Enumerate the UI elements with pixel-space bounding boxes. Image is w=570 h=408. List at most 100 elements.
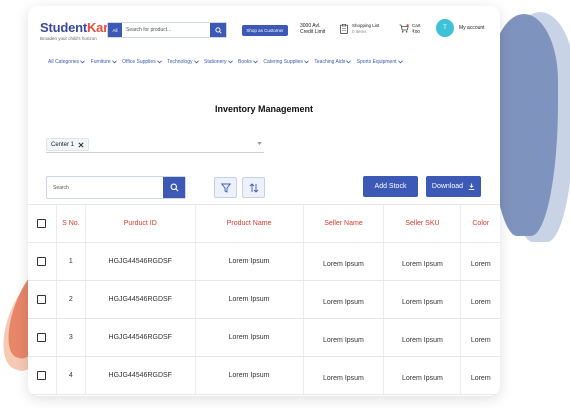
selected-center-label: Center 1 [51,141,75,148]
table-row[interactable]: 1 HGJG44546RGDSF Lorem Ipsum Lorem Ipsum… [28,243,500,281]
nav-item-all-categories[interactable]: All Categories [48,59,86,65]
cell-product-id: HGJG44546RGDSF [86,243,196,280]
row-checkbox[interactable] [37,257,47,266]
cart-link[interactable]: Cart ₹00 [399,23,421,34]
nav-item-office-supplies[interactable]: Office Supplies [122,59,162,65]
nav-item-furniture[interactable]: Furniture [91,59,117,65]
cart-amount: ₹00 [412,28,420,34]
cell-sno: 3 [57,319,86,356]
cell-product-id: HGJG44546RGDSF [86,319,196,356]
row-checkbox-cell [28,281,57,318]
table-row[interactable]: 2 HGJG44546RGDSF Lorem Ipsum Lorem Ipsum… [28,281,500,319]
cell-seller-name: Lorem Ipsum [304,319,385,356]
my-account-link[interactable]: My account [459,25,485,31]
caret-down-icon[interactable] [257,142,262,145]
cart-icon [399,24,409,33]
header-checkbox-cell [28,205,57,242]
download-button[interactable]: Download [426,176,481,197]
cell-product-id: HGJG44546RGDSF [86,357,196,394]
column-header-sno[interactable]: S No. [57,205,86,242]
add-stock-button[interactable]: Add Stock [363,176,418,197]
nav-label: All Categories [48,59,80,65]
nav-item-technology[interactable]: Technology [167,59,199,65]
nav-item-sports-equipment[interactable]: Sports Equipment [357,59,403,65]
cell-product-name: Lorem Ipsum [196,357,304,394]
row-checkbox[interactable] [37,371,47,380]
app-window: StudentKare Broaden your child's horizon… [28,6,500,396]
download-icon [468,183,475,190]
chevron-down-icon [304,60,309,64]
shopping-list-count: 0 items [352,28,367,34]
chevron-down-icon [397,60,403,64]
inventory-search-input[interactable]: Search [53,185,163,191]
chevron-down-icon [111,60,117,64]
center-select[interactable]: Center 1 [46,136,264,153]
filter-button[interactable] [214,177,237,198]
column-header-seller-sku[interactable]: Seller SKU [384,205,462,242]
header-search-input[interactable]: Search for product... [126,27,210,33]
row-checkbox[interactable] [37,333,47,342]
cell-sno: 4 [57,357,86,394]
nav-item-stationery[interactable]: Stationery [204,59,233,65]
nav-item-books[interactable]: Books [238,59,258,65]
shopping-list-link[interactable]: Shopping List 0 items [340,23,379,34]
select-all-checkbox[interactable] [37,219,47,228]
selected-center-chip: Center 1 [46,138,90,151]
shopping-list-title: Shopping List [352,23,380,28]
cell-color: Lorem [470,375,491,382]
column-header-color[interactable]: Color [461,205,500,242]
nav-label: Books [238,59,252,65]
nav-item-teaching-aids[interactable]: Teaching Aids [314,59,352,65]
row-checkbox-cell [28,243,57,280]
nav-label: Technology [167,59,193,65]
header-search: All Search for product... [107,22,227,38]
cell-seller-name: Lorem Ipsum [304,243,385,280]
row-checkbox-cell [28,357,57,394]
cell-sno: 2 [57,281,86,318]
sort-button[interactable] [242,177,265,198]
chevron-down-icon [346,60,352,64]
chevron-down-icon [227,60,233,64]
clipboard-icon [340,23,348,34]
credit-label: Credit Limit [300,29,326,35]
filter-icon [220,183,231,193]
nav-label: Teaching Aids [314,59,346,65]
nav-label: Catering Supplies [263,59,303,65]
cell-seller-sku: Lorem Ipsum [384,319,462,356]
cell-sno: 1 [57,243,86,280]
shop-as-customer-button[interactable]: Shop as Customer [242,25,288,36]
header-search-button[interactable] [210,23,226,37]
search-icon [214,26,222,34]
chevron-down-icon [253,60,258,64]
cell-color: Lorem [470,261,491,268]
column-header-product-id[interactable]: Purduct ID [86,205,196,242]
close-icon[interactable] [78,141,84,148]
chevron-down-icon [156,60,162,64]
column-header-product-name[interactable]: Product Name [196,205,304,242]
column-header-seller-name[interactable]: Seller Name [304,205,385,242]
table-row[interactable]: 3 HGJG44546RGDSF Lorem Ipsum Lorem Ipsum… [28,319,500,357]
cell-color: Lorem [470,337,491,344]
nav-label: Sports Equipment [356,59,397,65]
row-checkbox[interactable] [37,295,47,304]
decorative-blob-blue [490,14,558,236]
cell-product-name: Lorem Ipsum [196,281,304,318]
search-icon [170,183,178,192]
inventory-search-button[interactable] [163,177,185,198]
nav-label: Furniture [90,59,111,65]
cell-color: Lorem [470,299,491,306]
table-header-row: S No. Purduct ID Product Name Seller Nam… [28,205,500,243]
cell-product-name: Lorem Ipsum [196,319,304,356]
cell-product-name: Lorem Ipsum [196,243,304,280]
nav-item-catering-supplies[interactable]: Catering Supplies [263,59,309,65]
brand-logo[interactable]: StudentKare Broaden your child's horizon [40,20,115,41]
sort-icon [249,182,258,193]
search-scope-dropdown[interactable]: All [108,23,122,37]
chevron-down-icon [193,60,199,64]
avatar[interactable]: T [436,19,454,37]
credit-limit: 3000 Avl. Credit Limit [300,23,325,35]
nav-label: Office Supplies [122,59,156,65]
table-row[interactable]: 4 HGJG44546RGDSF Lorem Ipsum Lorem Ipsum… [28,357,500,395]
cell-seller-name: Lorem Ipsum [304,357,385,394]
nav-label: Stationery [204,59,227,65]
